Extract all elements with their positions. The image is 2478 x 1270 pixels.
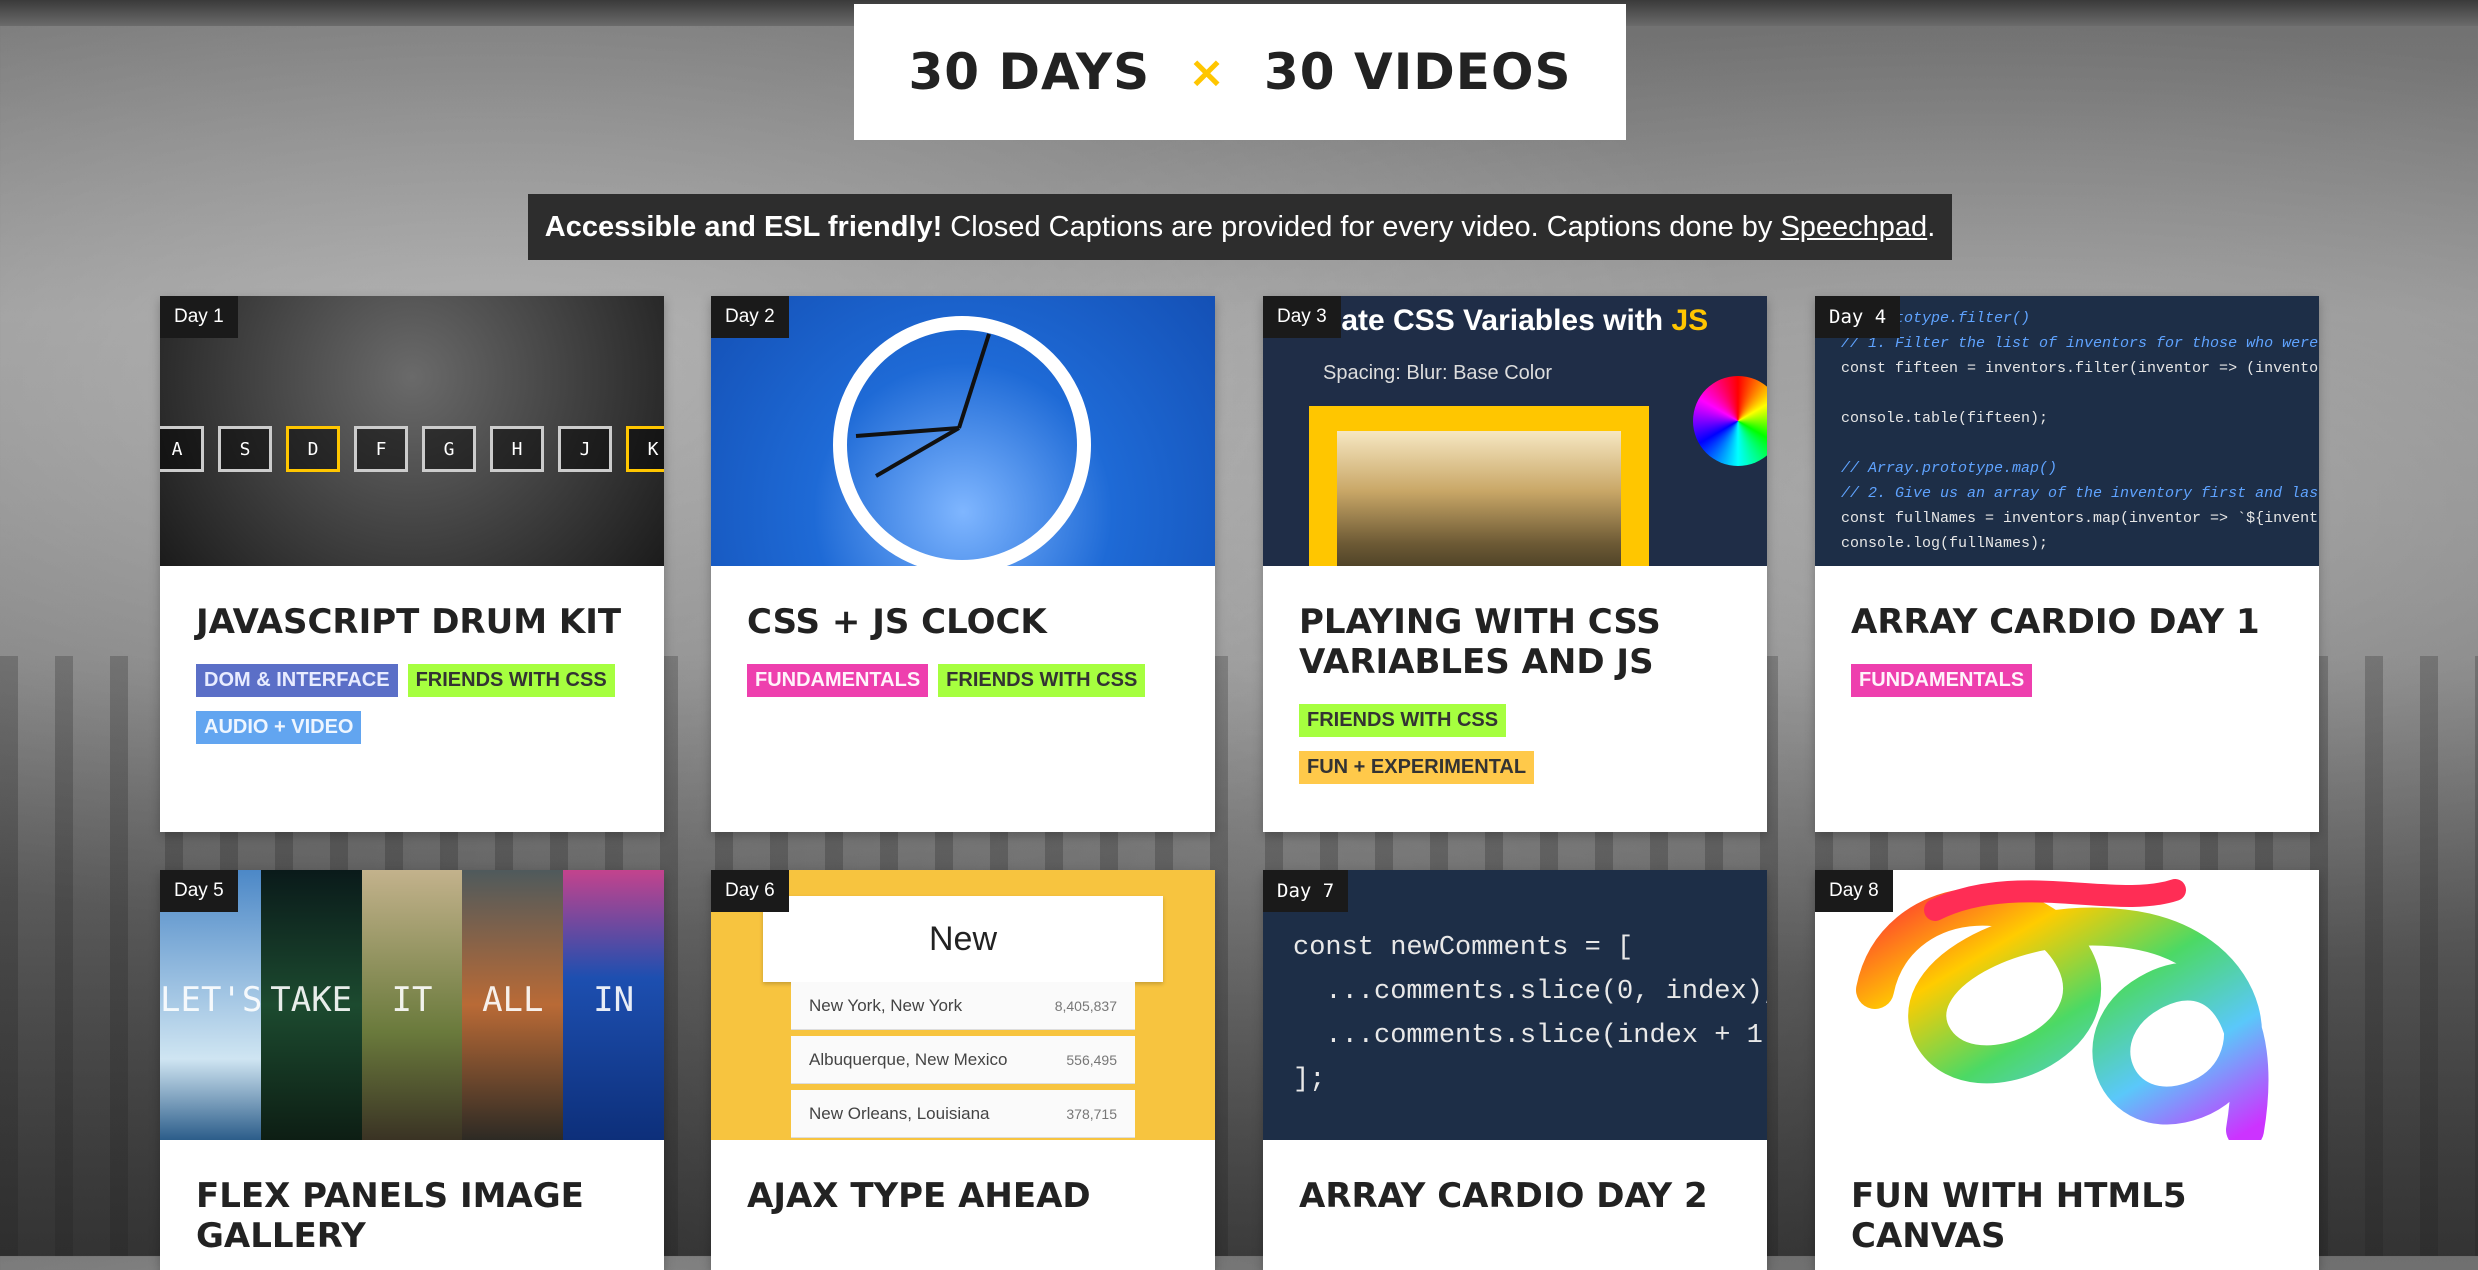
card-title[interactable]: CSS + JS Clock (747, 602, 1179, 642)
tag-fun-experimental[interactable]: Fun + Experimental (1299, 751, 1535, 784)
drum-key: F (354, 426, 408, 472)
card-title[interactable]: Fun with HTML5 Canvas (1851, 1176, 2283, 1256)
video-card-day-1[interactable]: A S D F G H J K L Day 1 JavaScript Drum … (160, 296, 664, 832)
suggestion-row: New York, New York 8,405,837 (791, 982, 1135, 1030)
drum-key: S (218, 426, 272, 472)
thumbnail-flex-panels: LET'S TAKE IT ALL IN Day 5 (160, 870, 664, 1140)
thumb-photo (1337, 431, 1621, 566)
drum-key: J (558, 426, 612, 472)
captions-notice-end: . (1927, 210, 1936, 243)
card-title[interactable]: Array Cardio Day 2 (1299, 1176, 1731, 1216)
header-times-icon: × (1188, 46, 1227, 98)
site-header: 30 DAYS × 30 VIDEOS (854, 4, 1626, 140)
tag-friends-with-css[interactable]: Friends with CSS (938, 664, 1146, 697)
day-badge: Day 3 (1263, 296, 1341, 338)
day-badge: Day 1 (160, 296, 238, 338)
day-badge: Day 4 (1815, 296, 1901, 338)
tag-list: DOM & Interface Friends with CSS Audio +… (196, 664, 628, 744)
thumbnail-type-ahead: New New York, New York 8,405,837 Albuquer… (711, 870, 1215, 1140)
card-title[interactable]: JavaScript Drum Kit (196, 602, 628, 642)
thumbnail-clock: Day 2 (711, 296, 1215, 566)
card-title[interactable]: Flex Panels Image Gallery (196, 1176, 628, 1256)
suggestion-row: Albuquerque, New Mexico 556,495 (791, 1036, 1135, 1084)
video-card-day-6[interactable]: New New York, New York 8,405,837 Albuquer… (711, 870, 1215, 1270)
thumb-heading-pre: date CSS Variables with (1323, 304, 1672, 337)
card-title[interactable]: Array Cardio Day 1 (1851, 602, 2283, 642)
flex-panel: IT (361, 870, 463, 1140)
tag-list: Fundamentals Friends with CSS (747, 664, 1179, 697)
video-card-day-5[interactable]: LET'S TAKE IT ALL IN Day 5 Flex Panels I… (160, 870, 664, 1270)
flex-panel: IN (563, 870, 664, 1140)
flex-panel: TAKE (260, 870, 362, 1140)
tag-list: Friends with CSS Fun + Experimental (1299, 704, 1731, 784)
captions-notice: Accessible and ESL friendly! Closed Capt… (528, 194, 1952, 260)
thumbnail-canvas: Day 8 (1815, 870, 2319, 1140)
day-badge: Day 6 (711, 870, 789, 912)
flex-panel: ALL (462, 870, 564, 1140)
drum-key: A (160, 426, 204, 472)
drum-key: H (490, 426, 544, 472)
captions-notice-bold: Accessible and ESL friendly! (544, 210, 943, 243)
thumbnail-array-cardio-1: ay.prototype.filter() // 1. Filter the l… (1815, 296, 2319, 566)
video-card-day-8[interactable]: Day 8 Fun with HTML5 Canvas (1815, 870, 2319, 1270)
search-box: New (763, 896, 1163, 982)
tag-list: Fundamentals (1851, 664, 2283, 697)
drum-key: G (422, 426, 476, 472)
day-badge: Day 7 (1263, 870, 1349, 912)
day-badge: Day 8 (1815, 870, 1893, 912)
thumbnail-drum-kit: A S D F G H J K L Day 1 (160, 296, 664, 566)
thumb-heading: date CSS Variables with JS (1323, 304, 1708, 338)
header-videos: 30 VIDEOS (1264, 43, 1572, 101)
video-card-day-2[interactable]: Day 2 CSS + JS Clock Fundamentals Friend… (711, 296, 1215, 832)
card-title[interactable]: Playing with CSS Variables and JS (1299, 602, 1731, 682)
drum-key: D (286, 426, 340, 472)
tag-dom-interface[interactable]: DOM & Interface (196, 664, 398, 697)
video-card-day-4[interactable]: ay.prototype.filter() // 1. Filter the l… (1815, 296, 2319, 832)
header-days: 30 DAYS (908, 43, 1151, 101)
thumb-heading-js: JS (1671, 304, 1709, 337)
tag-friends-with-css[interactable]: Friends with CSS (1299, 704, 1507, 737)
captions-notice-text: Closed Captions are provided for every v… (950, 210, 1773, 243)
thumb-controls: Spacing: Blur: Base Color (1323, 362, 1553, 384)
drum-keys: A S D F G H J K L (160, 426, 664, 472)
tag-audio-video[interactable]: Audio + Video (196, 711, 362, 744)
drum-key: K (626, 426, 664, 472)
tag-fundamentals[interactable]: Fundamentals (1851, 664, 2033, 697)
color-wheel-icon (1693, 376, 1767, 466)
card-title[interactable]: Ajax Type Ahead (747, 1176, 1179, 1216)
day-badge: Day 5 (160, 870, 238, 912)
suggestion-row: New Orleans, Louisiana 378,715 (791, 1090, 1135, 1138)
thumbnail-array-cardio-2: const newComments = [ ...comments.slice(… (1263, 870, 1767, 1140)
speechpad-link[interactable]: Speechpad (1780, 211, 1927, 244)
video-card-day-7[interactable]: const newComments = [ ...comments.slice(… (1263, 870, 1767, 1270)
thumbnail-css-variables: date CSS Variables with JS Spacing: Blur… (1263, 296, 1767, 566)
tag-fundamentals[interactable]: Fundamentals (747, 664, 929, 697)
tag-friends-with-css[interactable]: Friends with CSS (407, 664, 615, 697)
video-card-day-3[interactable]: date CSS Variables with JS Spacing: Blur… (1263, 296, 1767, 832)
day-badge: Day 2 (711, 296, 789, 338)
